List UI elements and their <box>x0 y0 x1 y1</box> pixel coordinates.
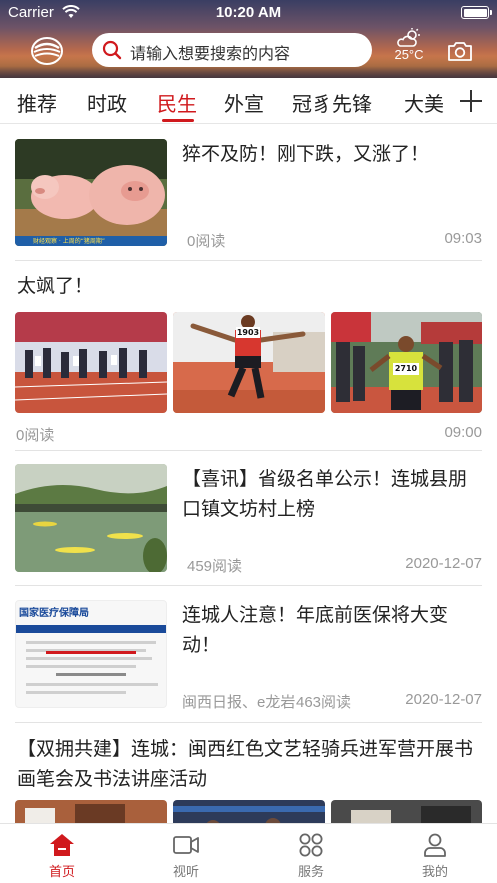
app-logo-icon[interactable] <box>30 36 64 66</box>
read-count: 0阅读 <box>187 233 226 250</box>
search-placeholder: 请输入想要搜索的内容 <box>130 44 291 63</box>
news-thumbnail: 国家医疗保障局 <box>15 600 167 708</box>
news-title: 【双拥共建】连城：闽西红色文艺轻骑兵进军营开展书画笔会及书法讲座活动 <box>17 738 474 790</box>
tab-recommend[interactable]: 推荐 <box>17 88 57 117</box>
nav-services[interactable]: 服务 <box>281 832 341 880</box>
publish-time: 09:00 <box>444 424 482 441</box>
search-icon <box>102 40 122 60</box>
news-thumbnail: 财经观察 · 上周的“猪周期” <box>15 139 167 246</box>
divider <box>15 585 482 586</box>
read-count: 463阅读 <box>296 694 352 711</box>
partly-cloudy-icon <box>397 28 420 47</box>
temperature-label: 25°C <box>394 47 424 62</box>
tab-livelihood[interactable]: 民生 <box>157 88 197 117</box>
home-icon <box>50 834 74 856</box>
nav-label: 首页 <box>48 865 75 880</box>
news-thumbnail <box>331 800 482 823</box>
athlete-bib: 1903 <box>236 327 260 338</box>
nav-home[interactable]: 首页 <box>32 832 92 880</box>
news-feed: 财经观察 · 上周的“猪周期” 猝不及防！刚下跌，又涨了！ 0阅读 09:03 … <box>0 125 497 823</box>
nav-label: 我的 <box>421 865 448 880</box>
news-thumbnail: 2710 <box>331 312 482 413</box>
publish-time: 2020-12-07 <box>405 691 482 708</box>
news-thumbnail <box>15 312 167 413</box>
news-title: 猝不及防！刚下跌，又涨了！ <box>182 143 430 165</box>
services-icon <box>299 833 323 857</box>
divider <box>15 260 482 261</box>
nav-label: 服务 <box>297 865 324 880</box>
camera-icon[interactable] <box>447 40 473 62</box>
read-count: 0阅读 <box>16 427 55 444</box>
divider <box>15 722 482 723</box>
news-thumbnail <box>15 800 167 823</box>
bottom-tab-bar: 首页 视听 服务 我的 <box>0 823 497 883</box>
news-title: 【喜讯】省级名单公示！连城县朋口镇文坊村上榜 <box>182 468 468 520</box>
news-title: 连城人注意！年底前医保将大变动！ <box>182 604 449 656</box>
video-icon <box>173 836 199 854</box>
news-thumbnail <box>15 464 167 572</box>
tab-external[interactable]: 外宣 <box>224 88 264 117</box>
tab-pioneer[interactable]: 冠豸先锋 <box>292 88 372 117</box>
nav-video[interactable]: 视听 <box>156 832 216 880</box>
nav-label: 视听 <box>172 865 199 880</box>
status-time: 10:20 AM <box>215 4 282 21</box>
status-bar: Carrier 10:20 AM <box>0 0 497 26</box>
news-thumbnail <box>173 800 325 823</box>
tab-beauty[interactable]: 大美 <box>404 88 444 117</box>
divider <box>15 450 482 451</box>
read-count: 459阅读 <box>187 558 243 575</box>
weather-widget[interactable]: 25°C <box>391 28 427 62</box>
nav-profile[interactable]: 我的 <box>405 832 465 880</box>
news-title: 太飒了！ <box>17 275 94 297</box>
thumbnail-caption: 财经观察 · 上周的“猪周期” <box>33 238 105 245</box>
profile-icon <box>424 833 446 857</box>
news-thumbnail: 1903 <box>173 312 325 413</box>
app-header: Carrier 10:20 AM 请输入想要搜索的内容 25°C <box>0 0 497 78</box>
battery-icon <box>461 6 492 19</box>
news-source: 闽西日报、e龙岩 <box>182 694 296 711</box>
publish-time: 2020-12-07 <box>405 555 482 572</box>
add-channel-icon[interactable] <box>460 90 482 112</box>
category-tabs: 推荐 时政 民生 外宣 冠豸先锋 大美 <box>0 78 497 124</box>
active-tab-indicator <box>162 119 194 122</box>
search-input[interactable]: 请输入想要搜索的内容 <box>92 33 372 67</box>
publish-time: 09:03 <box>444 230 482 247</box>
athlete-bib: 2710 <box>393 363 419 375</box>
tab-politics[interactable]: 时政 <box>87 88 127 117</box>
